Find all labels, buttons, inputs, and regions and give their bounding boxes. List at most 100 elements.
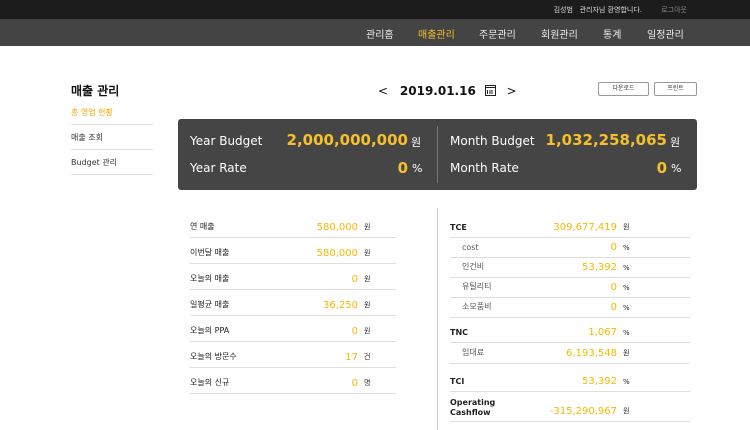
stat-unit: 건 [364, 353, 371, 361]
nav-item-stats[interactable]: 통계 [603, 26, 621, 41]
cost-stat-row: TNC 1,067% [450, 317, 690, 343]
stat-unit: % [623, 244, 630, 252]
cost-stat-row: Operating Cashflow -315,290,967 원 [450, 392, 690, 422]
month-rate-unit: % [671, 162, 682, 175]
stat-value: 309,677,419 [553, 222, 617, 233]
sales-stat-row: 이번달 매출 580,000 원 [190, 238, 396, 264]
stats-divider [437, 208, 438, 430]
stat-unit: 원 [623, 407, 630, 415]
stat-value: 580,000 [316, 222, 358, 233]
year-budget-unit: 원 [411, 136, 422, 149]
sales-stat-row: 연 매출 580,000 원 [190, 212, 396, 238]
nav-item-members[interactable]: 회원관리 [541, 26, 578, 41]
budget-summary-panel: Year Budget 2,000,000,000 원 Year Rate 0 … [178, 119, 697, 190]
stat-value: 6,193,548 [566, 348, 617, 359]
user-name: 김성범 [553, 6, 573, 14]
stat-value: 0 [351, 274, 358, 285]
stat-unit: 원 [364, 301, 371, 309]
cost-stat-row: 유틸리티 0% [450, 278, 690, 298]
prev-date-button[interactable]: < [378, 84, 388, 98]
sales-stat-row: 오늘의 신규 0 명 [190, 368, 396, 394]
nav-item-sales[interactable]: 매출관리 [418, 26, 455, 41]
month-budget-value: 1,032,258,065 [545, 131, 667, 149]
stat-value: 0 [610, 242, 617, 253]
print-button[interactable]: 프린트 [654, 82, 697, 96]
stat-value: 0 [351, 378, 358, 389]
sidebar-item-sales-lookup[interactable]: 매출 조회 [71, 132, 153, 150]
cost-stat-row: 임대료 6,193,548 원 [450, 343, 690, 364]
month-budget-label: Month Budget [450, 134, 535, 148]
stat-label: Operating Cashflow [450, 398, 496, 417]
welcome-text: 관리자님 환영합니다. [579, 6, 642, 14]
stat-value: 1,067 [588, 327, 617, 338]
sales-stat-row: 오늘의 PPA 0 원 [190, 316, 396, 342]
stat-label: TNC [450, 328, 469, 337]
stat-value: 53,392 [582, 262, 617, 273]
stat-value: 580,000 [316, 248, 358, 259]
stat-label: TCI [450, 377, 465, 386]
stat-label: 오늘의 방문수 [190, 352, 237, 361]
user-greeting: 김성범 관리자님 환영합니다. [554, 5, 642, 15]
stat-label: 연 매출 [190, 222, 215, 231]
year-rate-unit: % [412, 162, 423, 175]
stat-label: 오늘의 PPA [190, 326, 230, 335]
nav-item-home[interactable]: 관리홈 [366, 26, 394, 41]
month-budget-unit: 원 [670, 136, 681, 149]
stat-unit: 원 [364, 249, 371, 257]
main-nav: 관리홈 매출관리 주문관리 회원관리 통계 일정관리 [0, 19, 750, 46]
stat-label: 이번달 매출 [190, 248, 230, 257]
stat-unit: % [623, 378, 630, 386]
nav-item-schedule[interactable]: 일정관리 [647, 26, 684, 41]
sales-stat-row: 일평균 매출 36,250 원 [190, 290, 396, 316]
stat-label: 인건비 [462, 262, 485, 271]
cost-stat-row: 소모품비 0% [450, 298, 690, 318]
month-rate-label: Month Rate [450, 161, 519, 175]
stat-label: 일평균 매출 [190, 300, 230, 309]
stat-label: 오늘의 매출 [190, 274, 230, 283]
month-rate-value: 0 [656, 159, 667, 177]
stat-unit: 원 [364, 223, 371, 231]
stat-unit: % [623, 264, 630, 272]
stat-unit: 원 [623, 349, 630, 357]
stat-label: 유틸리티 [462, 282, 492, 291]
stat-value: 0 [610, 282, 617, 293]
stat-label: 오늘의 신규 [190, 378, 230, 387]
stat-label: cost [462, 243, 479, 252]
stat-unit: 원 [364, 275, 371, 283]
download-button[interactable]: 다운로드 [598, 82, 649, 96]
stat-unit: % [623, 284, 630, 292]
cost-stat-row: TCE 309,677,419 원 [450, 212, 690, 238]
panel-divider [437, 126, 438, 183]
sidebar-item-overview[interactable]: 총 영업 현황 [71, 107, 153, 125]
stat-value: 53,392 [582, 376, 617, 387]
stat-value: 36,250 [323, 300, 358, 311]
stat-unit: % [623, 329, 630, 337]
stat-label: TCE [450, 223, 467, 232]
stat-label: 소모품비 [462, 302, 492, 311]
date-navigator: < 2019.01.16 > [378, 83, 517, 98]
calendar-icon[interactable] [484, 85, 496, 96]
next-date-button[interactable]: > [506, 84, 516, 98]
current-date: 2019.01.16 [399, 83, 476, 98]
stat-unit: 원 [364, 327, 371, 335]
year-rate-value: 0 [397, 159, 408, 177]
stat-value: 0 [610, 302, 617, 313]
sidebar-item-budget[interactable]: Budget 관리 [71, 157, 153, 175]
cost-stat-row: cost 0% [450, 238, 690, 258]
logout-link[interactable]: 로그아웃 [661, 5, 687, 15]
stat-unit: % [623, 304, 630, 312]
stat-value: 17 [345, 352, 358, 363]
top-bar: 김성범 관리자님 환영합니다. 로그아웃 [0, 0, 750, 19]
year-budget-value: 2,000,000,000 [286, 131, 408, 149]
year-budget-label: Year Budget [190, 134, 263, 148]
stat-label: 임대료 [462, 348, 485, 357]
stat-unit: 명 [364, 379, 371, 387]
stat-value: 0 [351, 326, 358, 337]
sidebar-title: 매출 관리 [71, 84, 120, 98]
sales-stat-row: 오늘의 매출 0 원 [190, 264, 396, 290]
sales-stat-row: 오늘의 방문수 17 건 [190, 342, 396, 368]
year-rate-label: Year Rate [190, 161, 247, 175]
stat-value: -315,290,967 [549, 406, 617, 417]
cost-stat-row: TCI 53,392% [450, 364, 690, 392]
nav-item-orders[interactable]: 주문관리 [479, 26, 516, 41]
